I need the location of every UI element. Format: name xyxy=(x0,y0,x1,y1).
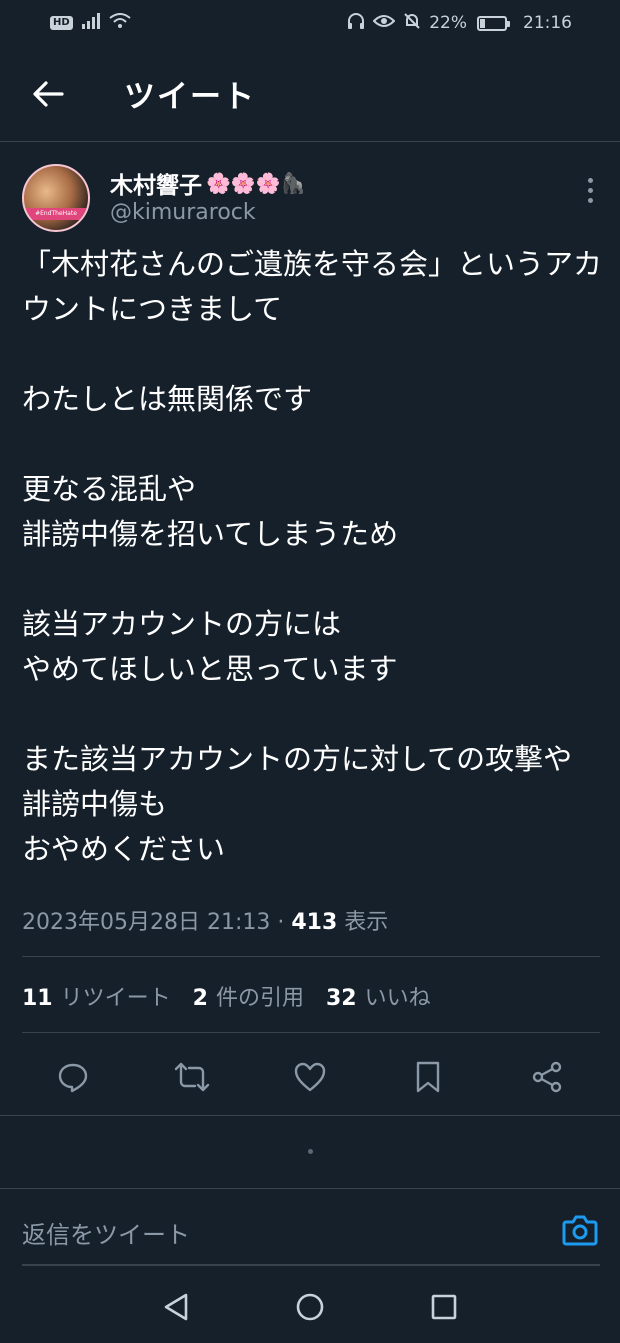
camera-icon xyxy=(562,1215,598,1246)
clock: 21:16 xyxy=(523,13,572,33)
status-right: 22% 21:16 xyxy=(347,12,572,35)
more-dot xyxy=(587,188,593,193)
battery-percent: 22% xyxy=(429,13,467,33)
wifi-icon xyxy=(109,12,131,34)
comment-icon xyxy=(58,1063,88,1093)
heart-icon xyxy=(294,1062,326,1092)
reply-input[interactable]: 返信をツイート xyxy=(22,1215,190,1250)
engagement-stats: 11 リツイート 2 件の引用 32 いいね xyxy=(22,980,431,1012)
quotes-count: 2 xyxy=(192,986,208,1011)
square-recents-icon xyxy=(431,1294,457,1319)
eye-icon xyxy=(372,13,396,34)
bookmark-button[interactable] xyxy=(398,1047,458,1107)
retweets-count: 11 xyxy=(22,986,53,1011)
divider xyxy=(0,1115,620,1116)
divider xyxy=(22,956,600,957)
bookmark-icon xyxy=(417,1061,440,1093)
triangle-back-icon xyxy=(164,1293,188,1320)
battery-fill xyxy=(480,18,485,28)
quotes-stat[interactable]: 2 件の引用 xyxy=(193,980,304,1012)
more-options-button[interactable] xyxy=(584,178,596,203)
headphones-icon xyxy=(347,12,365,35)
reply-underline xyxy=(22,1264,600,1266)
hd-badge: HD xyxy=(50,16,73,30)
status-left: HD xyxy=(50,12,131,34)
more-vertical-icon xyxy=(587,178,593,183)
page-title: ツイート xyxy=(124,79,256,115)
action-bar xyxy=(0,1044,620,1110)
arrow-left-icon xyxy=(33,80,64,107)
author-name-text: 木村響子 xyxy=(110,173,202,199)
system-nav-bar xyxy=(0,1270,620,1343)
signal-icon xyxy=(81,12,101,34)
likes-label: いいね xyxy=(364,986,431,1011)
nav-back-button[interactable] xyxy=(154,1285,198,1329)
share-icon xyxy=(532,1061,561,1093)
avatar-caption: #EndTheHate xyxy=(24,208,88,220)
more-dot xyxy=(587,198,593,203)
retweets-stat[interactable]: 11 リツイート xyxy=(22,980,171,1012)
divider xyxy=(22,1032,600,1033)
battery-icon xyxy=(477,15,510,31)
retweets-label: リツイート xyxy=(60,986,171,1011)
author-handle[interactable]: @kimurarock xyxy=(110,200,256,225)
views-count: 413 xyxy=(291,910,338,935)
share-button[interactable] xyxy=(517,1047,577,1107)
nav-home-button[interactable] xyxy=(288,1285,332,1329)
likes-stat[interactable]: 32 いいね xyxy=(326,980,431,1012)
circle-home-icon xyxy=(296,1293,324,1320)
avatar[interactable]: #EndTheHate xyxy=(22,164,90,232)
retweet-icon xyxy=(174,1062,209,1092)
nav-recents-button[interactable] xyxy=(422,1285,466,1329)
reply-button[interactable] xyxy=(43,1047,103,1107)
author-emojis: 🌸🌸🌸🦍 xyxy=(206,171,306,195)
quotes-label: 件の引用 xyxy=(215,986,304,1011)
status-bar: HD 22% 21:16 xyxy=(0,0,620,46)
views-label: 表示 xyxy=(337,910,389,935)
likes-count: 32 xyxy=(325,986,357,1011)
tweet-detail: #EndTheHate 木村響子 🌸🌸🌸🦍 @kimurarock 「木村花さん… xyxy=(0,142,620,935)
retweet-button[interactable] xyxy=(162,1047,222,1107)
header: ツイート xyxy=(0,46,620,142)
back-button[interactable] xyxy=(18,64,78,124)
tweet-text: 「木村花さんのご遺族を守る会」というアカウントにつきまして わたしとは無関係です… xyxy=(22,247,603,866)
camera-button[interactable] xyxy=(562,1213,598,1247)
author-row: #EndTheHate 木村響子 🌸🌸🌸🦍 @kimurarock xyxy=(0,142,620,242)
author-display-name[interactable]: 木村響子 🌸🌸🌸🦍 xyxy=(110,166,306,200)
loading-dot xyxy=(308,1149,313,1154)
bell-off-icon xyxy=(403,12,421,35)
reply-composer: 返信をツイート xyxy=(0,1188,620,1268)
meta-separator: · xyxy=(270,910,292,935)
like-button[interactable] xyxy=(280,1047,340,1107)
tweet-timestamp[interactable]: 2023年05月28日 21:13 xyxy=(22,910,270,935)
tweet-meta: 2023年05月28日 21:13 · 413 表示 xyxy=(22,904,388,936)
